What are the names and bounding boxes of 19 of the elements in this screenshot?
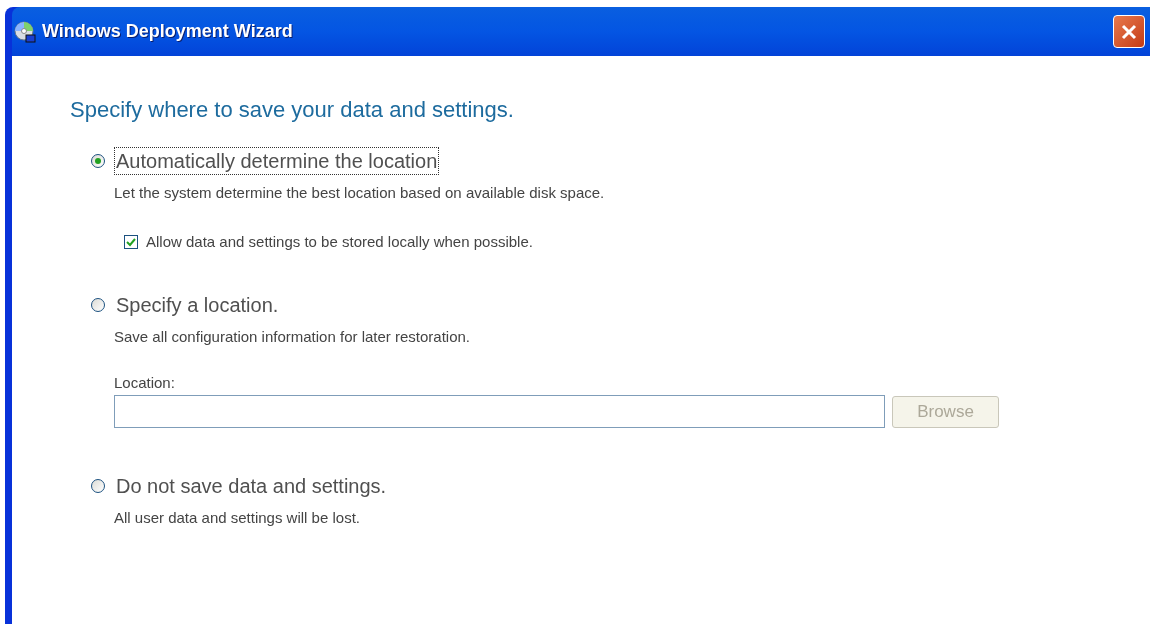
option-label[interactable]: Do not save data and settings. (114, 472, 389, 500)
disc-icon (14, 20, 36, 43)
option-description: All user data and settings will be lost. (114, 508, 361, 528)
option-label[interactable]: Specify a location. (114, 291, 281, 319)
radio-button[interactable] (91, 154, 105, 168)
window-title: Windows Deployment Wizard (42, 20, 293, 43)
option-description: Let the system determine the best location based on available disk space. (114, 183, 606, 203)
option-description: Save all configuration information for later restoration. (114, 327, 471, 347)
location-field[interactable] (114, 395, 885, 428)
check-icon (126, 237, 136, 247)
close-button[interactable] (1113, 15, 1145, 48)
location-label: Location: (114, 373, 176, 393)
page-heading: Specify where to save your data and settings. (70, 96, 515, 124)
checkbox[interactable] (124, 235, 138, 249)
checkbox-label: Allow data and settings to be stored locally when possible. (146, 232, 533, 252)
radio-button[interactable] (91, 298, 105, 312)
option-label[interactable]: Automatically determine the location (114, 147, 440, 175)
radio-button[interactable] (91, 479, 105, 493)
close-icon (1120, 22, 1138, 41)
